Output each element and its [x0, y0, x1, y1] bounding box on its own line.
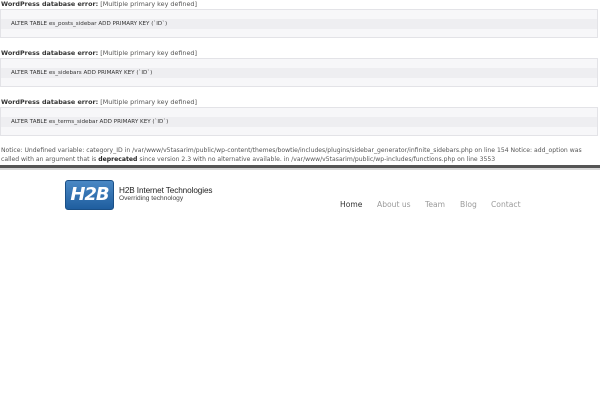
main-navigation: Home About us Team Blog Contact — [0, 199, 600, 211]
db-error-3: WordPress database error: [Multiple prim… — [0, 98, 600, 136]
db-error-label: WordPress database error: — [1, 49, 99, 57]
db-error-1: WordPress database error: [Multiple prim… — [0, 0, 600, 38]
nav-item-contact[interactable]: Contact — [491, 199, 521, 211]
db-error-label: WordPress database error: — [1, 98, 99, 106]
db-error-query: ALTER TABLE es_sidebars ADD PRIMARY KEY … — [11, 70, 153, 76]
db-error-heading: WordPress database error: [Multiple prim… — [0, 98, 600, 107]
db-error-heading: WordPress database error: [Multiple prim… — [0, 49, 600, 58]
db-error-query-box: ALTER TABLE es_posts_sidebar ADD PRIMARY… — [0, 9, 598, 38]
php-notice-text-end: since version 2.3 with no alternative av… — [137, 156, 496, 163]
db-error-message: [Multiple primary key defined] — [100, 98, 197, 106]
db-error-message: [Multiple primary key defined] — [100, 0, 197, 8]
header-top-border-shadow — [0, 168, 600, 170]
nav-item-about-us[interactable]: About us — [377, 199, 411, 211]
nav-item-home[interactable]: Home — [340, 199, 362, 211]
php-notice: Notice: Undefined variable: category_ID … — [1, 146, 599, 164]
nav-item-blog[interactable]: Blog — [460, 199, 477, 211]
nav-item-team[interactable]: Team — [425, 199, 445, 211]
db-error-heading: WordPress database error: [Multiple prim… — [0, 0, 600, 9]
db-error-2: WordPress database error: [Multiple prim… — [0, 49, 600, 87]
php-notice-deprecated: deprecated — [98, 156, 138, 163]
db-error-message: [Multiple primary key defined] — [100, 49, 197, 57]
db-error-query-box: ALTER TABLE es_sidebars ADD PRIMARY KEY … — [0, 58, 598, 87]
db-error-query-box: ALTER TABLE es_terms_sidebar ADD PRIMARY… — [0, 107, 598, 136]
site-name: H2B Internet Technologies — [119, 186, 213, 195]
db-error-query: ALTER TABLE es_terms_sidebar ADD PRIMARY… — [11, 119, 169, 125]
db-error-query: ALTER TABLE es_posts_sidebar ADD PRIMARY… — [11, 21, 168, 27]
db-error-label: WordPress database error: — [1, 0, 99, 8]
